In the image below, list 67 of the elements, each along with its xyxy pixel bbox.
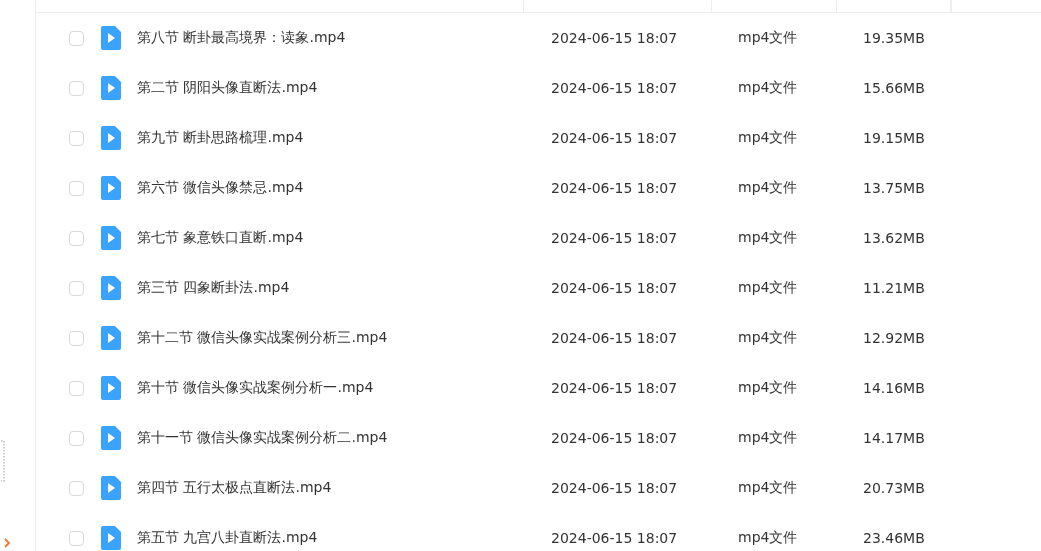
file-size: 15.66MB <box>863 80 925 96</box>
dotted-bracket-icon <box>0 440 6 482</box>
file-type: mp4文件 <box>738 79 799 97</box>
checkbox[interactable] <box>69 130 84 146</box>
video-file-icon <box>101 126 121 150</box>
modified-date: 2024-06-15 18:07 <box>551 130 679 146</box>
modified-date: 2024-06-15 18:07 <box>551 480 679 496</box>
chevron-right-icon[interactable] <box>3 538 11 548</box>
file-size: 23.46MB <box>863 530 925 546</box>
file-type: mp4文件 <box>738 229 799 247</box>
file-size: 19.15MB <box>863 130 925 146</box>
file-size: 19.35MB <box>863 30 925 46</box>
file-size: 14.16MB <box>863 380 925 396</box>
file-type: mp4文件 <box>738 29 799 47</box>
video-file-icon <box>101 226 121 250</box>
file-type: mp4文件 <box>738 129 799 147</box>
checkbox[interactable] <box>69 330 84 346</box>
file-size: 14.17MB <box>863 430 925 446</box>
modified-date: 2024-06-15 18:07 <box>551 330 679 346</box>
checkbox[interactable] <box>69 30 84 46</box>
checkbox[interactable] <box>69 480 84 496</box>
checkbox[interactable] <box>69 180 84 196</box>
file-size: 12.92MB <box>863 330 925 346</box>
file-name[interactable]: 第八节 断卦最高境界：读象.mp4 <box>137 29 551 47</box>
video-file-icon <box>101 326 121 350</box>
file-name[interactable]: 第三节 四象断卦法.mp4 <box>137 279 551 297</box>
file-name[interactable]: 第十节 微信头像实战案例分析一.mp4 <box>137 379 551 397</box>
modified-date: 2024-06-15 18:07 <box>551 30 679 46</box>
file-type: mp4文件 <box>738 429 799 447</box>
video-file-icon <box>101 476 121 500</box>
file-type: mp4文件 <box>738 329 799 347</box>
file-name[interactable]: 第六节 微信头像禁忌.mp4 <box>137 179 551 197</box>
file-name[interactable]: 第五节 九宫八卦直断法.mp4 <box>137 529 551 547</box>
modified-date: 2024-06-15 18:07 <box>551 230 679 246</box>
file-size: 13.75MB <box>863 180 925 196</box>
file-name[interactable]: 第七节 象意铁口直断.mp4 <box>137 229 551 247</box>
video-file-icon <box>101 176 121 200</box>
video-file-icon <box>101 426 121 450</box>
file-name[interactable]: 第九节 断卦思路梳理.mp4 <box>137 129 551 147</box>
file-name[interactable]: 第十一节 微信头像实战案例分析二.mp4 <box>137 429 551 447</box>
file-name[interactable]: 第十二节 微信头像实战案例分析三.mp4 <box>137 329 551 347</box>
file-size: 20.73MB <box>863 480 925 496</box>
file-name[interactable]: 第二节 阴阳头像直断法.mp4 <box>137 79 551 97</box>
modified-date: 2024-06-15 18:07 <box>551 380 679 396</box>
modified-date: 2024-06-15 18:07 <box>551 530 679 546</box>
modified-date: 2024-06-15 18:07 <box>551 80 679 96</box>
file-type: mp4文件 <box>738 279 799 297</box>
file-size: 13.62MB <box>863 230 925 246</box>
file-name[interactable]: 第四节 五行太极点直断法.mp4 <box>137 479 551 497</box>
video-file-icon <box>101 276 121 300</box>
video-file-icon <box>101 376 121 400</box>
file-size: 11.21MB <box>863 280 925 296</box>
checkbox[interactable] <box>69 430 84 446</box>
checkbox[interactable] <box>69 530 84 546</box>
file-type: mp4文件 <box>738 379 799 397</box>
checkbox[interactable] <box>69 280 84 296</box>
file-type: mp4文件 <box>738 479 799 497</box>
modified-date: 2024-06-15 18:07 <box>551 180 679 196</box>
file-type: mp4文件 <box>738 179 799 197</box>
file-type: mp4文件 <box>738 529 799 547</box>
checkbox[interactable] <box>69 80 84 96</box>
modified-date: 2024-06-15 18:07 <box>551 280 679 296</box>
video-file-icon <box>101 26 121 50</box>
checkbox[interactable] <box>69 230 84 246</box>
video-file-icon <box>101 76 121 100</box>
modified-date: 2024-06-15 18:07 <box>551 430 679 446</box>
checkbox[interactable] <box>69 380 84 396</box>
